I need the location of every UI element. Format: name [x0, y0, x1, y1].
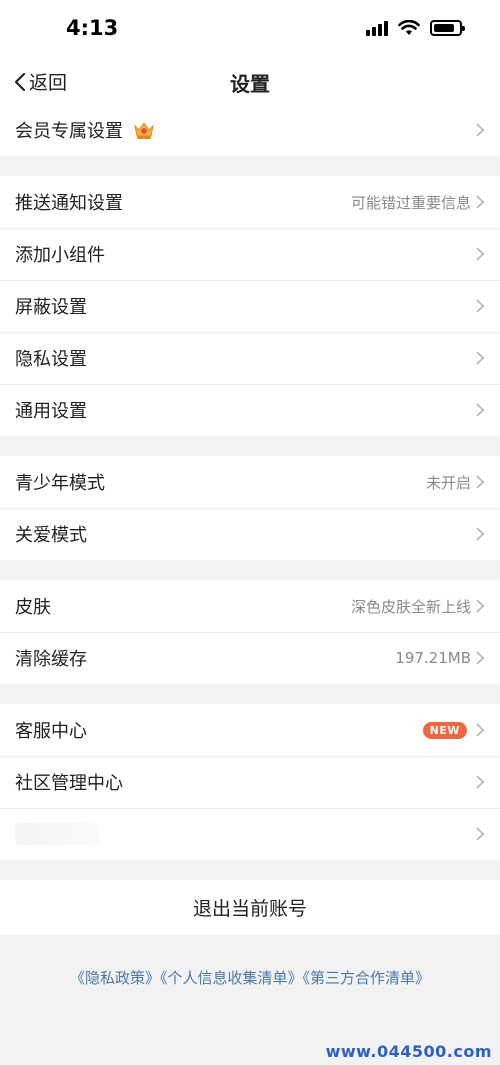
row-label: 添加小组件	[15, 245, 105, 266]
row-care-mode[interactable]: 关爱模式	[0, 508, 500, 560]
chevron-right-icon	[476, 775, 485, 789]
row-push-notifications[interactable]: 推送通知设置 可能错过重要信息	[0, 176, 500, 228]
chevron-right-icon	[476, 599, 485, 613]
row-label: 清除缓存	[15, 649, 87, 670]
row-vip-settings[interactable]: 会员专属设置	[0, 104, 500, 156]
chevron-right-icon	[476, 195, 485, 209]
row-label: 社区管理中心	[15, 773, 123, 794]
redacted-label	[15, 823, 99, 845]
settings-group-vip: 会员专属设置	[0, 104, 500, 156]
row-value: 深色皮肤全新上线	[350, 597, 471, 616]
row-customer-service[interactable]: 客服中心 NEW	[0, 704, 500, 756]
signal-icon	[366, 20, 388, 36]
row-add-widget[interactable]: 添加小组件	[0, 228, 500, 280]
row-general-settings[interactable]: 通用设置	[0, 384, 500, 436]
chevron-right-icon	[476, 723, 485, 737]
chevron-right-icon	[476, 299, 485, 313]
watermark: www.044500.com	[325, 1042, 492, 1061]
settings-group-support: 客服中心 NEW 社区管理中心	[0, 704, 500, 860]
row-block-settings[interactable]: 屏蔽设置	[0, 280, 500, 332]
row-skin[interactable]: 皮肤 深色皮肤全新上线	[0, 580, 500, 632]
personal-info-list-link[interactable]: 《个人信息收集清单》	[160, 969, 303, 987]
chevron-right-icon	[476, 827, 485, 841]
settings-group-general: 推送通知设置 可能错过重要信息 添加小组件 屏蔽设置 隐私设置 通用设置	[0, 176, 500, 436]
row-privacy-settings[interactable]: 隐私设置	[0, 332, 500, 384]
third-party-list-link[interactable]: 《第三方合作清单》	[303, 969, 431, 987]
status-bar: 4:13	[0, 0, 500, 58]
row-value: 197.21MB	[395, 649, 471, 667]
chevron-right-icon	[476, 475, 485, 489]
wifi-icon	[398, 20, 420, 35]
logout-button[interactable]: 退出当前账号	[0, 880, 500, 935]
page-title: 设置	[230, 72, 270, 96]
status-time: 4:13	[66, 16, 119, 40]
row-teen-mode[interactable]: 青少年模式 未开启	[0, 456, 500, 508]
row-label: 皮肤	[15, 597, 51, 618]
row-label: 通用设置	[15, 401, 87, 422]
row-label: 关爱模式	[15, 525, 87, 546]
row-label: 会员专属设置	[15, 121, 123, 142]
row-label: 隐私设置	[15, 349, 87, 370]
chevron-right-icon	[476, 123, 485, 137]
chevron-right-icon	[476, 351, 485, 365]
chevron-right-icon	[476, 651, 485, 665]
row-community-center[interactable]: 社区管理中心	[0, 756, 500, 808]
settings-group-modes: 青少年模式 未开启 关爱模式	[0, 456, 500, 560]
row-value: 未开启	[425, 473, 471, 492]
row-clear-cache[interactable]: 清除缓存 197.21MB	[0, 632, 500, 684]
chevron-right-icon	[476, 403, 485, 417]
chevron-right-icon	[476, 527, 485, 541]
chevron-right-icon	[476, 247, 485, 261]
row-label: 客服中心	[15, 721, 87, 742]
footer-links: 《隐私政策》《个人信息收集清单》《第三方合作清单》	[0, 967, 500, 988]
crown-icon	[134, 122, 154, 139]
privacy-policy-link[interactable]: 《隐私政策》	[70, 969, 160, 987]
settings-group-appearance: 皮肤 深色皮肤全新上线 清除缓存 197.21MB	[0, 580, 500, 684]
row-value: 可能错过重要信息	[350, 193, 471, 212]
row-label: 屏蔽设置	[15, 297, 87, 318]
nav-bar: 返回 设置	[0, 58, 500, 104]
row-label: 推送通知设置	[15, 193, 123, 214]
battery-icon	[430, 20, 465, 36]
row-label: 青少年模式	[15, 473, 105, 494]
status-icons	[366, 20, 465, 36]
new-badge: NEW	[422, 721, 467, 739]
row-hidden-item[interactable]	[0, 808, 500, 860]
